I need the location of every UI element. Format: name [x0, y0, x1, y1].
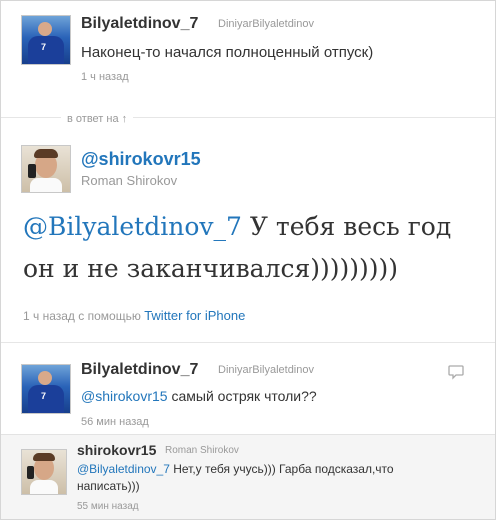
full-name: DiniyarBilyaletdinov — [218, 364, 314, 376]
tweet-text-line2: он и не заканчивался))))))))) — [23, 254, 399, 283]
mention-link[interactable]: @Bilyaletdinov_7 — [23, 212, 242, 241]
via-label: с помощью — [78, 309, 141, 323]
avatar-shirokov[interactable] — [21, 145, 71, 193]
reply-bubble-icon[interactable] — [447, 363, 465, 381]
full-name: DiniyarBilyaletdinov — [218, 18, 314, 30]
avatar-shirt — [30, 480, 58, 494]
tweet-text: @Bilyaletdinov_7 У тебя весь год он и не… — [23, 206, 451, 290]
avatar-bilyaletdinov[interactable]: 7 — [21, 15, 71, 65]
reply-2: shirokovr15 Roman Shirokov @Bilyaletdino… — [1, 434, 495, 519]
reply-text-line2: написать))) — [77, 479, 140, 493]
reply-timestamp[interactable]: 55 мин назад — [77, 501, 139, 512]
tweet-timestamp[interactable]: 1 ч назад — [81, 71, 129, 83]
reply-timestamp[interactable]: 56 мин назад — [81, 416, 149, 428]
tweet-timestamp[interactable]: 1 ч назад — [23, 309, 75, 323]
avatar-head — [38, 371, 52, 385]
username-link[interactable]: shirokovr15 — [77, 442, 156, 458]
reply-text: @Bilyaletdinov_7 Нет,у тебя учусь))) Гар… — [77, 461, 394, 495]
mention-link[interactable]: @Bilyaletdinov_7 — [77, 462, 170, 476]
avatar-bilyaletdinov[interactable]: 7 — [21, 364, 71, 414]
reply-text: @shirokovr15 самый остряк чтоли?? — [81, 388, 317, 404]
username-link[interactable]: Bilyaletdinov_7 — [81, 361, 198, 379]
username-link[interactable]: Bilyaletdinov_7 — [81, 15, 198, 33]
tweet-text: Наконец-то начался полноценный отпуск) — [81, 44, 374, 61]
phone-icon — [28, 164, 36, 178]
avatar-number: 7 — [41, 391, 47, 401]
twitter-conversation: 7 Bilyaletdinov_7 DiniyarBilyaletdinov Н… — [0, 0, 496, 520]
in-reply-to-label: в ответ на — [67, 113, 119, 125]
in-reply-to-link[interactable]: в ответ на ↑ — [61, 113, 134, 125]
up-arrow-icon: ↑ — [121, 113, 128, 125]
avatar-shirokov[interactable] — [21, 449, 67, 495]
tweet-text-line1: У тебя весь год — [241, 212, 452, 241]
avatar-head — [38, 22, 52, 36]
mention-link[interactable]: @shirokovr15 — [81, 388, 168, 404]
username-link[interactable]: @shirokovr15 — [81, 149, 201, 170]
full-name: Roman Shirokov — [165, 445, 239, 456]
divider — [1, 342, 495, 343]
avatar-shirt — [30, 178, 62, 192]
tweet-meta: 1 ч назад с помощью Twitter for iPhone — [23, 308, 245, 323]
client-link[interactable]: Twitter for iPhone — [144, 308, 245, 323]
reply-text-rest: самый остряк чтоли?? — [167, 388, 317, 404]
avatar-hair — [33, 453, 55, 461]
reply-text-line1: Нет,у тебя учусь))) Гарба подсказал,что — [169, 462, 394, 476]
full-name: Roman Shirokov — [81, 173, 178, 188]
avatar-hair — [34, 149, 58, 158]
phone-icon — [27, 466, 34, 479]
avatar-number: 7 — [41, 42, 47, 52]
